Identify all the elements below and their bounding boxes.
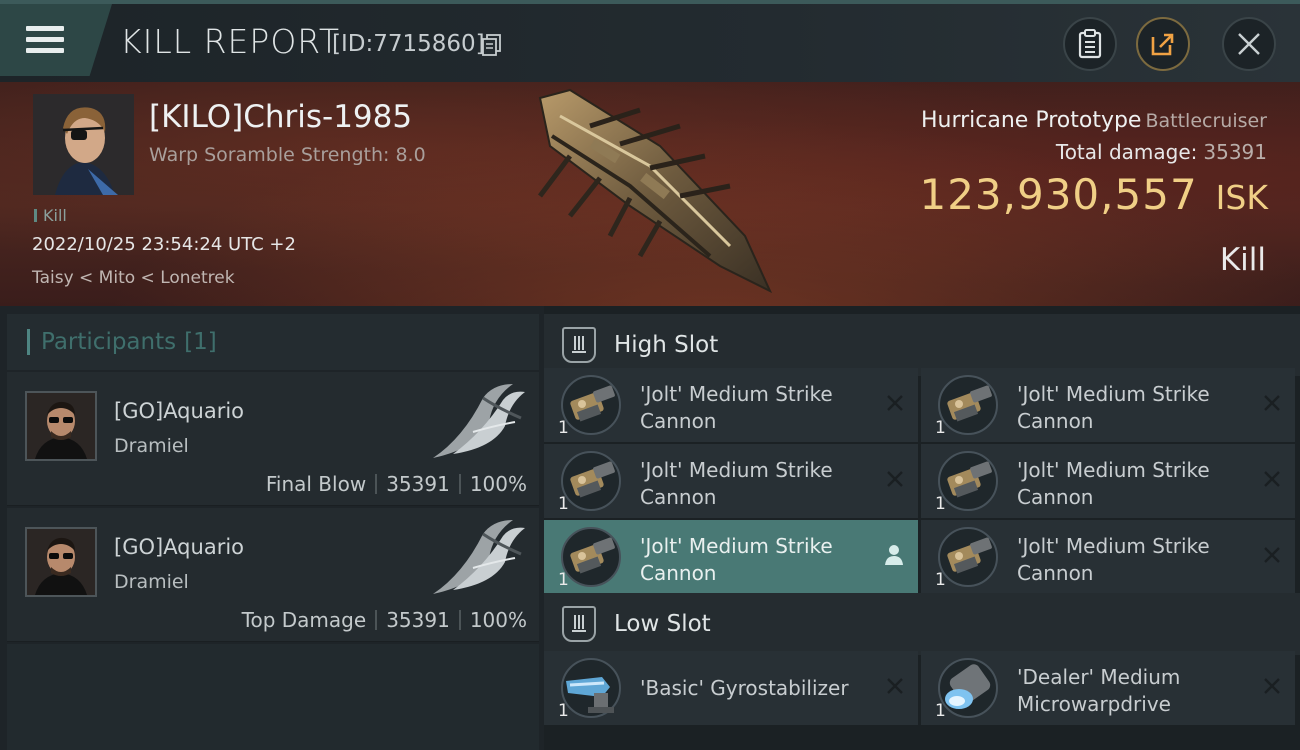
participant-ship-name: Dramiel [114, 435, 189, 457]
isk-unit: ISK [1215, 178, 1268, 217]
participant-stats: Final Blow 35391 100% [266, 472, 527, 496]
module-item[interactable]: 1 'Jolt' Medium Strike Cannon [544, 444, 918, 518]
participant-row[interactable]: [GO]Aquario Dramiel Final Blow 35391 100% [7, 372, 539, 506]
high-slot-icon [562, 327, 596, 363]
module-quantity: 1 [935, 570, 946, 590]
fittings-panel: High Slot 1 'Jolt' Medium Strike Cannon 1 '… [544, 306, 1300, 750]
low-slot-header: Low Slot [544, 593, 1300, 655]
destroyed-x-icon [884, 392, 906, 414]
module-quantity: 1 [935, 418, 946, 438]
total-damage: Total damage: 35391 [1056, 140, 1267, 164]
top-bar: KILL REPORT [ID:7715860] [0, 0, 1300, 82]
module-quantity: 1 [935, 701, 946, 721]
clipboard-icon [1078, 29, 1102, 59]
module-name: 'Jolt' Medium Strike Cannon [1017, 382, 1210, 433]
participant-damage: 35391 [386, 608, 450, 632]
participants-panel: Participants [1] [GO]Aquario Dramiel Fin… [0, 306, 544, 750]
module-name: 'Jolt' Medium Strike Cannon [640, 458, 833, 509]
participants-empty-area [7, 644, 539, 750]
dramiel-ship-icon[interactable] [423, 514, 531, 598]
person-icon[interactable] [884, 544, 904, 566]
dramiel-ship-icon[interactable] [423, 378, 531, 462]
module-name: 'Jolt' Medium Strike Cannon [1017, 534, 1210, 585]
pilot-avatar-icon [27, 529, 95, 595]
high-slot-header: High Slot [544, 314, 1300, 376]
victim-portrait[interactable] [33, 94, 134, 195]
participants-count: [1] [184, 329, 217, 355]
module-quantity: 1 [558, 570, 569, 590]
ship-info: Hurricane Prototype Battlecruiser [921, 108, 1267, 133]
share-button[interactable] [1136, 17, 1190, 71]
menu-button[interactable] [0, 4, 112, 76]
clipboard-button[interactable] [1063, 17, 1117, 71]
isk-value: 123,930,557 ISK [919, 170, 1268, 219]
module-item[interactable]: 1 'Dealer' Medium Microwarpdrive [921, 651, 1295, 725]
participant-name[interactable]: [GO]Aquario [114, 535, 244, 559]
module-name: 'Jolt' Medium Strike Cannon [640, 534, 833, 585]
module-item[interactable]: 1 'Basic' Gyrostabilizer [544, 651, 918, 725]
low-slot-icon [562, 606, 596, 642]
kill-tag: Kill [34, 206, 67, 225]
victim-ship-icon[interactable] [530, 86, 780, 298]
destroyed-x-icon [1261, 544, 1283, 566]
module-name: 'Jolt' Medium Strike Cannon [1017, 458, 1210, 509]
participant-avatar[interactable] [25, 391, 97, 461]
participant-stats: Top Damage 35391 100% [242, 608, 527, 632]
destroyed-x-icon [1261, 468, 1283, 490]
kill-status: Kill [1219, 242, 1266, 278]
destroyed-x-icon [1261, 392, 1283, 414]
participant-percent: 100% [469, 472, 527, 496]
participant-ship-name: Dramiel [114, 571, 189, 593]
module-item[interactable]: 1 'Jolt' Medium Strike Cannon [921, 520, 1295, 594]
module-name: 'Jolt' Medium Strike Cannon [640, 382, 833, 433]
module-quantity: 1 [558, 494, 569, 514]
participants-label: Participants [41, 329, 177, 355]
module-quantity: 1 [558, 418, 569, 438]
pilot-avatar-icon [27, 393, 95, 459]
module-item[interactable]: 1 'Jolt' Medium Strike Cannon [544, 520, 918, 594]
total-damage-value: 35391 [1203, 140, 1267, 164]
warp-scramble-strength: Warp Soramble Strength: 8.0 [149, 144, 426, 166]
kill-datetime: 2022/10/25 23:54:24 UTC +2 [32, 234, 296, 255]
hamburger-icon [26, 26, 64, 54]
pilot-avatar-icon [33, 94, 134, 195]
participant-name[interactable]: [GO]Aquario [114, 399, 244, 423]
share-icon [1151, 33, 1174, 56]
module-item[interactable]: 1 'Jolt' Medium Strike Cannon [921, 368, 1295, 442]
module-item[interactable]: 1 'Jolt' Medium Strike Cannon [921, 444, 1295, 518]
participant-row[interactable]: [GO]Aquario Dramiel Top Damage 35391 100% [7, 508, 539, 642]
destroyed-x-icon [884, 468, 906, 490]
module-quantity: 1 [558, 701, 569, 721]
close-button[interactable] [1222, 17, 1276, 71]
kill-location[interactable]: Taisy < Mito < Lonetrek [32, 268, 235, 288]
participant-role: Top Damage [241, 608, 367, 632]
destroyed-x-icon [1261, 675, 1283, 697]
participant-damage: 35391 [386, 472, 450, 496]
total-damage-label: Total damage: [1055, 140, 1198, 164]
participant-role: Final Blow [265, 472, 367, 496]
participants-header: Participants [1] [7, 314, 539, 370]
module-name: 'Basic' Gyrostabilizer [640, 676, 849, 700]
victim-banner: [KILO]Chris-1985 Warp Soramble Strength:… [0, 82, 1300, 306]
ship-name[interactable]: Hurricane Prototype [921, 108, 1141, 133]
report-id: [ID:7715860] [332, 31, 485, 57]
module-item[interactable]: 1 'Jolt' Medium Strike Cannon [544, 368, 918, 442]
module-name: 'Dealer' Medium Microwarpdrive [1017, 665, 1181, 716]
high-slot-label: High Slot [614, 332, 719, 358]
isk-amount: 123,930,557 [919, 170, 1198, 219]
participant-avatar[interactable] [25, 527, 97, 597]
page-title: KILL REPORT [120, 22, 340, 61]
copy-icon[interactable] [482, 34, 502, 56]
ship-class: Battlecruiser [1145, 110, 1267, 132]
module-quantity: 1 [935, 494, 946, 514]
low-slot-label: Low Slot [614, 611, 711, 637]
close-icon [1238, 33, 1260, 55]
victim-name[interactable]: [KILO]Chris-1985 [149, 99, 412, 135]
participant-percent: 100% [469, 608, 527, 632]
destroyed-x-icon [884, 675, 906, 697]
